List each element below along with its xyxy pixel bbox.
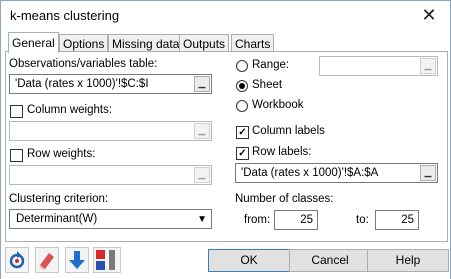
title-bar: k-means clustering ✕ <box>1 1 450 31</box>
layout-toggle-icon[interactable] <box>93 247 121 273</box>
row-labels-checkbox[interactable]: ✓ <box>236 147 249 160</box>
cancel-button[interactable]: Cancel <box>289 249 371 272</box>
observations-value: 'Data (rates x 1000)'!$C:$I <box>15 78 149 90</box>
ok-button[interactable]: OK <box>208 249 290 272</box>
to-input[interactable]: 25 <box>375 210 419 230</box>
tab-strip: General Options Missing data Outputs Cha… <box>5 32 449 53</box>
down-arrow-icon[interactable] <box>65 247 89 273</box>
row-labels-field[interactable]: 'Data (rates x 1000)'!$A:$A ▁ <box>235 163 438 183</box>
tab-missing-data[interactable]: Missing data <box>108 34 184 52</box>
tab-general[interactable]: General <box>8 32 59 53</box>
eraser-icon[interactable] <box>35 247 59 273</box>
row-weights-label: Row weights: <box>27 148 96 160</box>
tab-options[interactable]: Options <box>59 34 109 52</box>
range-field[interactable]: ▁ <box>319 56 438 76</box>
range-label: Range: <box>252 59 290 71</box>
column-weights-field[interactable]: ▁ <box>9 121 212 141</box>
classes-label: Number of classes: <box>235 193 334 205</box>
dialog-title: k-means clustering <box>10 8 120 23</box>
range-picker-icon[interactable]: ▁ <box>194 76 210 92</box>
sheet-radio[interactable] <box>236 80 248 92</box>
workbook-label: Workbook <box>252 99 304 111</box>
range-picker-icon[interactable]: ▁ <box>420 165 436 181</box>
observations-field[interactable]: 'Data (rates x 1000)'!$C:$I ▁ <box>9 74 212 94</box>
column-labels-checkbox[interactable]: ✓ <box>236 126 249 139</box>
row-labels-value: 'Data (rates x 1000)'!$A:$A <box>241 167 379 179</box>
kmeans-dialog: k-means clustering ✕ General Options Mis… <box>0 0 451 279</box>
range-picker-icon[interactable]: ▁ <box>194 123 210 139</box>
reset-icon[interactable] <box>5 247 29 273</box>
observations-label: Observations/variables table: <box>9 58 158 70</box>
to-value: 25 <box>401 214 414 226</box>
tab-outputs[interactable]: Outputs <box>179 34 230 52</box>
criterion-value: Determinant(W) <box>16 213 98 225</box>
from-value: 25 <box>300 214 313 226</box>
column-weights-label: Column weights: <box>27 104 113 116</box>
row-labels-label: Row labels: <box>252 146 312 158</box>
tab-charts[interactable]: Charts <box>231 34 275 52</box>
general-panel: Observations/variables table: 'Data (rat… <box>5 51 448 242</box>
from-label: from: <box>244 214 271 226</box>
range-radio[interactable] <box>236 60 248 72</box>
chevron-down-icon: ▼ <box>197 214 207 225</box>
range-picker-icon[interactable]: ▁ <box>420 58 436 74</box>
criterion-label: Clustering criterion: <box>9 193 109 205</box>
row-weights-checkbox[interactable] <box>10 149 23 162</box>
sheet-label: Sheet <box>252 79 283 91</box>
workbook-radio[interactable] <box>236 100 248 112</box>
button-bar: OK Cancel Help <box>1 243 450 279</box>
column-weights-checkbox[interactable] <box>10 105 23 118</box>
close-icon[interactable]: ✕ <box>414 4 444 28</box>
criterion-select[interactable]: Determinant(W) ▼ <box>9 209 212 229</box>
help-button[interactable]: Help <box>367 249 449 272</box>
range-picker-icon[interactable]: ▁ <box>194 167 210 183</box>
from-input[interactable]: 25 <box>274 210 318 230</box>
column-labels-label: Column labels <box>252 125 325 137</box>
to-label: to: <box>356 214 369 226</box>
row-weights-field[interactable]: ▁ <box>9 165 212 185</box>
